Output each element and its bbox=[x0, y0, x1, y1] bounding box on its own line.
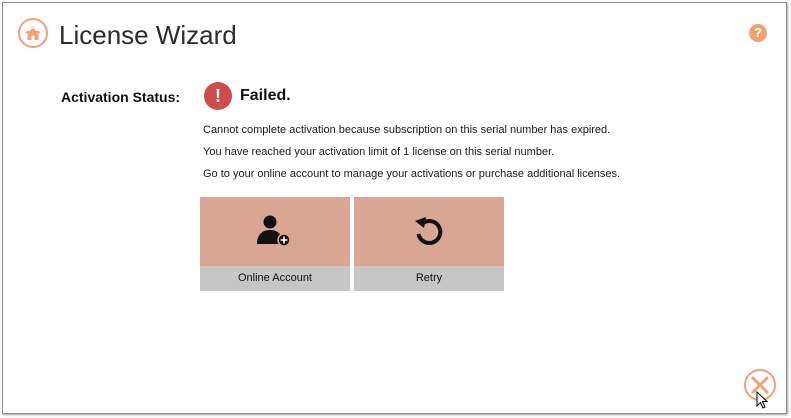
activation-status-value: Failed. bbox=[240, 87, 291, 104]
help-button[interactable]: ? bbox=[749, 24, 767, 42]
status-message: You have reached your activation limit o… bbox=[203, 146, 555, 158]
home-button[interactable] bbox=[18, 18, 48, 48]
home-icon bbox=[25, 26, 41, 40]
page-title: License Wizard bbox=[59, 20, 237, 50]
status-message: Go to your online account to manage your… bbox=[203, 168, 621, 180]
retry-button[interactable]: Retry bbox=[354, 197, 504, 291]
license-wizard-window: License Wizard ? Activation Status: ! Fa… bbox=[2, 2, 787, 414]
activation-status-label: Activation Status: bbox=[61, 89, 181, 105]
retry-icon bbox=[415, 216, 443, 245]
status-message: Cannot complete activation because subsc… bbox=[203, 124, 611, 136]
add-user-icon bbox=[257, 215, 291, 247]
online-account-label: Online Account bbox=[200, 266, 350, 291]
online-account-button[interactable]: Online Account bbox=[200, 197, 350, 291]
mouse-cursor-icon bbox=[756, 391, 768, 409]
retry-label: Retry bbox=[354, 266, 504, 291]
error-icon: ! bbox=[204, 82, 232, 110]
